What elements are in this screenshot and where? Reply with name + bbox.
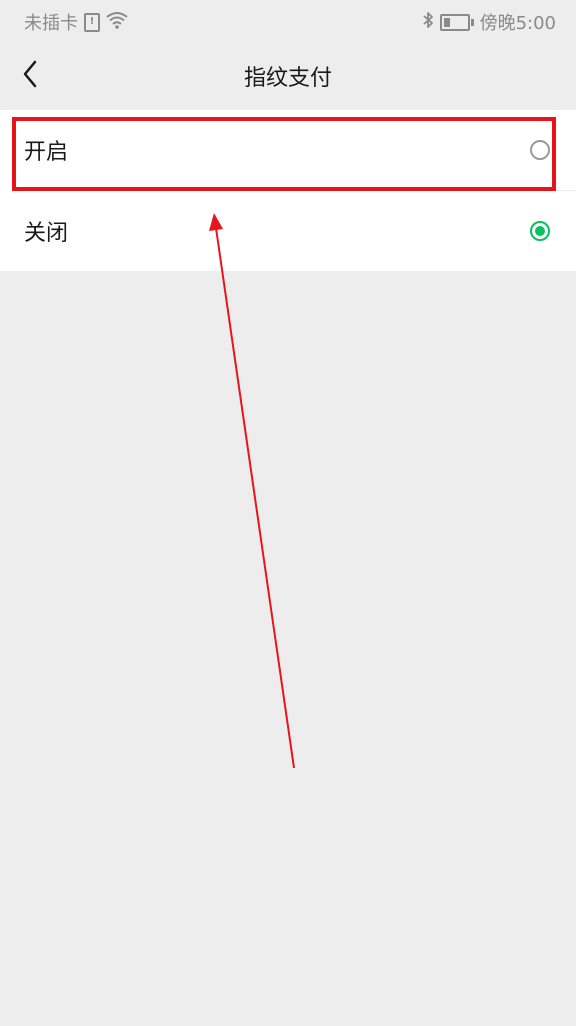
screen: 未插卡 ! 傍晚5:00 指纹支付 开启 关闭 <box>0 0 576 1026</box>
battery-tip <box>470 18 474 26</box>
option-list: 开启 关闭 <box>0 110 576 271</box>
battery-icon <box>439 13 474 31</box>
status-right: 傍晚5:00 <box>422 9 576 35</box>
radio-button[interactable] <box>530 140 550 160</box>
option-disable[interactable]: 关闭 <box>0 191 576 271</box>
status-left: 未插卡 ! <box>0 9 128 35</box>
status-time: 傍晚5:00 <box>479 13 556 34</box>
page-title: 指纹支付 <box>243 66 332 91</box>
chevron-left-icon <box>22 60 38 92</box>
carrier-text: 未插卡 <box>24 13 78 34</box>
nav-header: 指纹支付 <box>0 44 576 108</box>
radio-button[interactable] <box>530 221 550 241</box>
back-button[interactable] <box>12 54 48 98</box>
wifi-icon <box>106 11 128 34</box>
option-enable[interactable]: 开启 <box>0 110 576 190</box>
status-bar: 未插卡 ! 傍晚5:00 <box>0 0 576 44</box>
battery-fill <box>443 17 450 27</box>
option-label: 开启 <box>24 140 69 165</box>
bluetooth-icon <box>422 11 434 34</box>
sim-alert-icon: ! <box>84 12 100 32</box>
battery-body <box>439 13 470 31</box>
option-label: 关闭 <box>24 221 69 246</box>
radio-dot <box>535 226 545 236</box>
